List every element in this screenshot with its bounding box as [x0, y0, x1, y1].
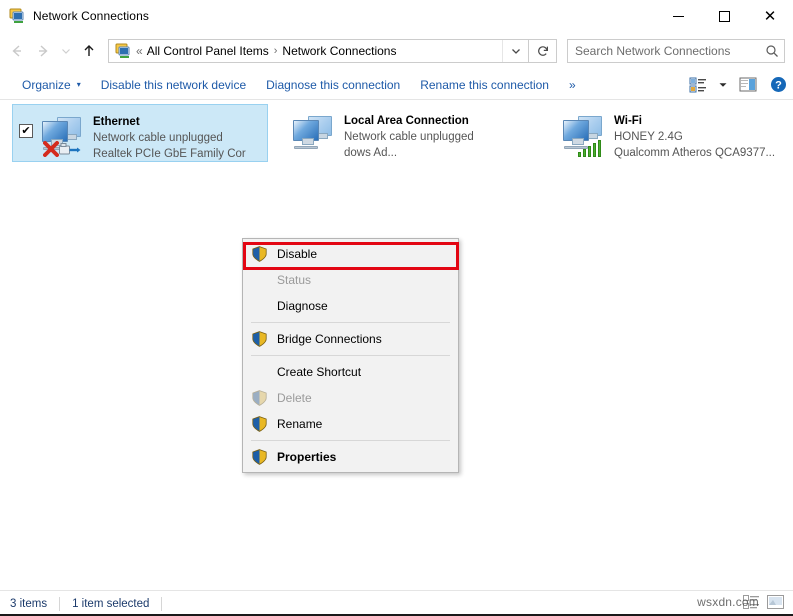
view-dropdown-chevron-down-icon[interactable] — [713, 72, 733, 98]
breadcrumb-item-all-control-panel-items[interactable]: All Control Panel Items — [147, 44, 269, 58]
address-bar[interactable]: « All Control Panel Items › Network Conn… — [108, 39, 529, 63]
shield-icon — [251, 448, 269, 466]
status-bar: 3 items 1 item selected wsxdn.com — [0, 590, 793, 616]
connection-name: Wi-Fi — [614, 115, 642, 127]
status-divider — [161, 596, 163, 611]
menu-item-icon-placeholder — [251, 297, 269, 315]
connection-adapter: dows Ad... — [344, 147, 398, 159]
breadcrumb-overflow[interactable]: « — [136, 44, 147, 58]
selection-count-label: 1 item selected — [72, 597, 150, 610]
context-menu: Disable Status Diagnose Bridge Connectio… — [242, 238, 459, 473]
status-divider — [59, 596, 61, 611]
command-bar: Organize ▾ Disable this network device D… — [0, 70, 793, 100]
breadcrumb-item-network-connections[interactable]: Network Connections — [282, 44, 396, 58]
menu-item-rename[interactable]: Rename — [243, 411, 458, 437]
toolbar-overflow-button[interactable]: » — [559, 78, 586, 92]
network-connections-icon — [9, 8, 25, 24]
breadcrumb-separator[interactable]: › — [269, 45, 283, 57]
chevron-down-icon: ▾ — [76, 80, 81, 89]
connection-adapter: Realtek PCIe GbE Family Cor — [93, 148, 246, 160]
svg-text:?: ? — [775, 79, 782, 91]
help-icon[interactable]: ? — [763, 72, 793, 98]
list-item-wi-fi[interactable]: Wi-Fi HONEY 2.4G Qualcomm Atheros QCA937… — [552, 104, 788, 162]
network-adapter-icon — [288, 113, 336, 159]
signal-strength-icon — [578, 139, 602, 157]
menu-item-icon-placeholder — [251, 363, 269, 381]
navigation-bar: « All Control Panel Items › Network Conn… — [0, 32, 793, 70]
organize-button[interactable]: Organize ▾ — [12, 72, 91, 98]
menu-item-label: Disable — [277, 247, 318, 261]
connection-status: Network cable unplugged — [344, 131, 474, 143]
list-item-ethernet[interactable]: ✔ Ethernet Network cable unplugged Realt… — [12, 104, 268, 162]
minimize-button[interactable] — [655, 0, 701, 32]
close-button[interactable]: ✕ — [747, 0, 793, 32]
menu-item-bridge-connections[interactable]: Bridge Connections — [243, 326, 458, 352]
shield-icon — [251, 330, 269, 348]
menu-item-label: Delete — [277, 391, 312, 405]
highlight-box — [243, 242, 459, 270]
back-arrow-icon[interactable] — [4, 38, 30, 64]
caption-buttons: ✕ — [655, 0, 793, 32]
organize-label: Organize — [22, 77, 71, 92]
connections-list: ✔ Ethernet Network cable unplugged Realt… — [0, 100, 793, 590]
refresh-icon[interactable] — [529, 39, 557, 63]
shield-icon — [251, 389, 269, 407]
menu-separator — [251, 440, 450, 441]
menu-item-label: Rename — [277, 417, 323, 431]
details-view-icon[interactable] — [743, 595, 761, 613]
list-item-local-area-connection[interactable]: Local Area Connection Network cable unpl… — [282, 104, 538, 162]
menu-item-label: Status — [277, 273, 312, 287]
menu-item-label: Diagnose — [277, 299, 328, 313]
item-count-label: 3 items — [10, 597, 48, 610]
item-text-wi-fi: Wi-Fi HONEY 2.4G Qualcomm Atheros QCA937… — [614, 111, 775, 161]
connection-adapter: Qualcomm Atheros QCA9377... — [614, 147, 776, 159]
menu-item-label: Bridge Connections — [277, 332, 382, 346]
rename-connection-button[interactable]: Rename this connection — [410, 72, 559, 98]
view-layout-icon[interactable] — [683, 72, 713, 98]
network-adapter-disconnected-icon — [37, 114, 85, 160]
up-arrow-icon[interactable] — [76, 38, 102, 64]
connection-name: Local Area Connection — [344, 115, 469, 127]
search-box[interactable] — [567, 39, 785, 63]
menu-separator — [251, 355, 450, 356]
connection-name: Ethernet — [93, 116, 140, 128]
title-bar: Network Connections ✕ — [0, 0, 793, 32]
item-checkbox-ethernet[interactable]: ✔ — [19, 124, 33, 138]
wireless-adapter-icon — [558, 113, 606, 159]
menu-item-delete: Delete — [243, 385, 458, 411]
search-input[interactable] — [568, 44, 760, 58]
breadcrumb-network-connections-icon — [115, 43, 131, 59]
menu-item-diagnose[interactable]: Diagnose — [243, 293, 458, 319]
connection-status: Network cable unplugged — [93, 132, 223, 144]
preview-pane-icon[interactable] — [733, 72, 763, 98]
recent-locations-chevron-down-icon[interactable] — [56, 38, 76, 64]
menu-item-label: Create Shortcut — [277, 365, 362, 379]
menu-item-label: Properties — [277, 450, 337, 464]
shield-icon — [251, 415, 269, 433]
large-icons-view-icon[interactable] — [767, 595, 785, 613]
maximize-button[interactable] — [701, 0, 747, 32]
shield-icon — [251, 245, 269, 263]
item-text-ethernet: Ethernet Network cable unplugged Realtek… — [93, 112, 246, 162]
forward-arrow-icon[interactable] — [30, 38, 56, 64]
connection-status: HONEY 2.4G — [614, 131, 683, 143]
menu-item-status: Status — [243, 267, 458, 293]
menu-item-create-shortcut[interactable]: Create Shortcut — [243, 359, 458, 385]
menu-item-properties[interactable]: Properties — [243, 444, 458, 470]
diagnose-connection-button[interactable]: Diagnose this connection — [256, 72, 410, 98]
menu-item-icon-placeholder — [251, 271, 269, 289]
disable-network-device-button[interactable]: Disable this network device — [91, 72, 256, 98]
network-connections-window: Network Connections ✕ « All Control Pane… — [0, 0, 793, 616]
address-dropdown-chevron-down-icon[interactable] — [502, 40, 528, 62]
menu-separator — [251, 322, 450, 323]
window-title: Network Connections — [33, 9, 149, 23]
status-view-buttons — [743, 591, 785, 616]
search-icon[interactable] — [760, 44, 784, 58]
menu-item-disable[interactable]: Disable — [243, 241, 459, 270]
item-text-local-area-connection: Local Area Connection Network cable unpl… — [344, 111, 474, 161]
